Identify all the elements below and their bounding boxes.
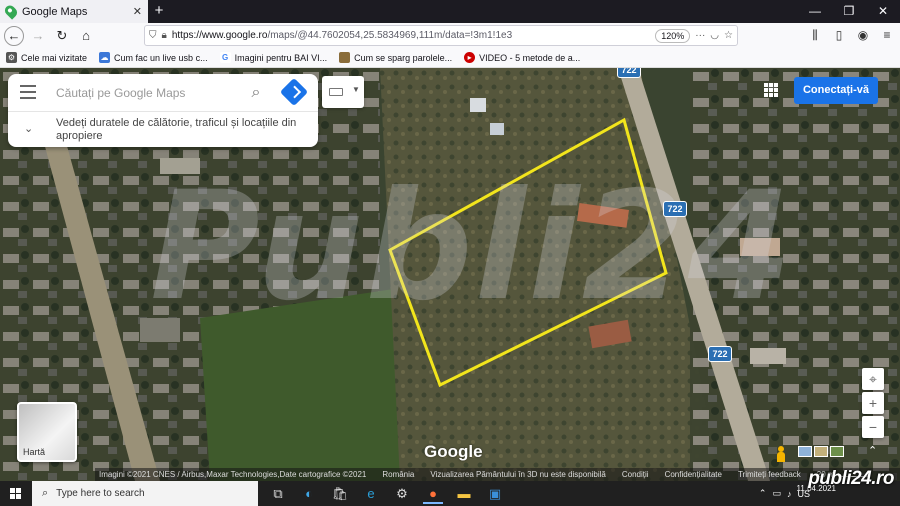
watermark-text: Publi24 xyxy=(150,160,795,334)
tab-google-maps[interactable]: Google Maps ✕ xyxy=(0,0,148,23)
nearby-info-row[interactable]: ⌄ Vedeți duratele de călătorie, traficul… xyxy=(8,112,318,147)
firefox-icon[interactable]: ● xyxy=(423,484,443,504)
chevron-down-icon[interactable]: ⌄ xyxy=(24,122,33,135)
windows-taskbar: ⌕ Type here to search ⧉ ◐ 🛍︎ e ⚙ ● ▬ ▣ ⌃… xyxy=(0,481,900,506)
road-number-badge: 722 xyxy=(663,201,687,217)
privacy-link[interactable]: Confidențialitate xyxy=(665,470,722,479)
zoom-in-button[interactable]: + xyxy=(862,392,884,414)
thumb-icon xyxy=(339,52,351,63)
imagery-attribution: Imagini ©2021 CNES / Airbus,Maxar Techno… xyxy=(99,470,367,479)
pocket-icon[interactable]: ◡ xyxy=(710,30,719,41)
home-button[interactable]: ⌂ xyxy=(76,26,96,46)
google-logo: Google xyxy=(424,442,483,461)
taskbar-apps: ⧉ ◐ 🛍︎ e ⚙ ● ▬ ▣ xyxy=(268,484,505,504)
photos-icon[interactable]: ▣ xyxy=(485,484,505,504)
feedback-link[interactable]: Trimiteți feedback xyxy=(738,470,801,479)
satellite-map[interactable]: Publi24 722 722 722 ⌕ ⌄ Vedeți duratele … xyxy=(0,68,900,481)
map-footer: Imagini ©2021 CNES / Airbus,Maxar Techno… xyxy=(95,468,900,481)
maximize-button[interactable]: ❐ xyxy=(832,0,866,23)
map-layer-toggle[interactable]: Hartă xyxy=(17,402,77,462)
nearby-info-text: Vedeți duratele de călătorie, traficul ș… xyxy=(56,117,297,142)
page-actions-icon[interactable]: ··· xyxy=(695,30,705,41)
country-link[interactable]: România xyxy=(382,470,414,479)
bookmark-item[interactable]: ☁ Cum fac un live usb c... xyxy=(99,52,216,63)
toolbar-right: ⫼ ▯ ◉ ≡ xyxy=(806,25,896,45)
keyboard-icon xyxy=(329,88,343,96)
bookmark-item[interactable]: ⚙ Cele mai vizitate xyxy=(6,52,95,63)
lock-icon[interactable]: 🔒︎ xyxy=(162,30,167,41)
caret-down-icon: ▼ xyxy=(352,85,360,94)
bookmark-item[interactable]: ▸ VIDEO - 5 metode de a... xyxy=(464,52,588,63)
map-layer-label: Hartă xyxy=(23,447,46,457)
store-icon[interactable]: 🛍︎ xyxy=(330,484,350,504)
settings-gear-icon[interactable]: ⚙ xyxy=(392,484,412,504)
search-row: ⌕ xyxy=(8,74,318,112)
minimize-button[interactable]: — xyxy=(798,0,832,23)
file-explorer-icon[interactable]: ▬ xyxy=(454,484,474,504)
zoom-out-button[interactable]: − xyxy=(862,416,884,438)
volume-icon[interactable]: ♪ xyxy=(787,489,792,499)
taskbar-search-placeholder: Type here to search xyxy=(56,488,145,499)
task-view-icon[interactable]: ⧉ xyxy=(268,484,288,504)
back-button[interactable]: ← xyxy=(4,25,24,46)
sign-in-button[interactable]: Conectați-vă xyxy=(794,77,878,104)
menu-icon[interactable]: ≡ xyxy=(878,25,896,45)
account-icon[interactable]: ◉ xyxy=(854,25,872,45)
screen: Google Maps ✕ + — ❐ ✕ ← → ↻ ⌂ ⛉ 🔒︎ https… xyxy=(0,0,900,506)
search-input[interactable] xyxy=(56,84,236,102)
bookmarks-bar: ⚙ Cele mai vizitate ☁ Cum fac un live usb … xyxy=(0,48,900,68)
sidebar-icon[interactable]: ▯ xyxy=(830,25,848,45)
bookmark-item[interactable]: Cum se sparg parolele... xyxy=(339,52,460,63)
zoom-level-badge[interactable]: 120% xyxy=(655,28,691,43)
bookmark-star-icon[interactable]: ☆ xyxy=(724,30,733,41)
publi24-watermark-logo: publi24.ro xyxy=(808,468,894,489)
taskbar-search[interactable]: ⌕ Type here to search xyxy=(32,481,258,506)
chevron-up-icon[interactable]: ⌃ xyxy=(759,488,767,499)
google-maps-favicon-icon xyxy=(2,3,20,20)
road-number-badge: 722 xyxy=(708,346,732,362)
library-icon[interactable]: ⫼ xyxy=(806,25,824,45)
ie-icon[interactable]: e xyxy=(361,484,381,504)
terms-link[interactable]: Condiții xyxy=(622,470,649,479)
tab-close-icon[interactable]: ✕ xyxy=(133,5,142,18)
navigation-toolbar: ← → ↻ ⌂ ⛉ 🔒︎ https://www.google.ro/maps/… xyxy=(0,23,900,48)
hamburger-menu-icon[interactable] xyxy=(20,85,36,99)
road-number-badge: 722 xyxy=(617,68,641,78)
search-panel: ⌕ ⌄ Vedeți duratele de călătorie, trafic… xyxy=(8,74,318,147)
windows-start-icon[interactable] xyxy=(0,481,32,506)
video-icon: ▸ xyxy=(464,52,476,63)
gear-icon: ⚙ xyxy=(6,52,17,63)
bookmark-item[interactable]: G Imagini pentru BAI VI... xyxy=(219,52,336,63)
reload-button[interactable]: ↻ xyxy=(52,26,72,46)
earth-3d-notice: Vizualizarea Pământului în 3D nu este di… xyxy=(430,470,606,479)
chevron-up-icon[interactable]: ⌃ xyxy=(868,444,877,457)
window-controls: — ❐ ✕ xyxy=(798,0,900,23)
google-g-icon: G xyxy=(219,52,231,63)
close-window-button[interactable]: ✕ xyxy=(866,0,900,23)
forward-button[interactable]: → xyxy=(28,26,48,46)
imagery-thumbnails[interactable] xyxy=(798,446,844,457)
network-icon[interactable]: ▭ xyxy=(772,488,781,499)
cloud-icon: ☁ xyxy=(99,52,111,63)
google-apps-icon[interactable] xyxy=(764,83,778,97)
tab-bar: Google Maps ✕ + — ❐ ✕ xyxy=(0,0,900,23)
shield-icon[interactable]: ⛉ xyxy=(149,30,157,41)
input-tools-button[interactable]: ▼ xyxy=(322,76,364,108)
url-bar[interactable]: ⛉ 🔒︎ https://www.google.ro/maps/@44.7602… xyxy=(144,25,738,46)
url-text[interactable]: https://www.google.ro/maps/@44.7602054,2… xyxy=(172,30,650,41)
pegman-icon[interactable] xyxy=(776,446,786,462)
search-icon: ⌕ xyxy=(42,487,49,499)
my-location-button[interactable]: ⌖ xyxy=(862,368,884,390)
new-tab-button[interactable]: + xyxy=(150,2,168,20)
directions-icon[interactable] xyxy=(279,77,309,107)
tab-title: Google Maps xyxy=(22,5,88,18)
edge-icon[interactable]: ◐ xyxy=(299,484,319,504)
search-icon[interactable]: ⌕ xyxy=(246,83,266,103)
